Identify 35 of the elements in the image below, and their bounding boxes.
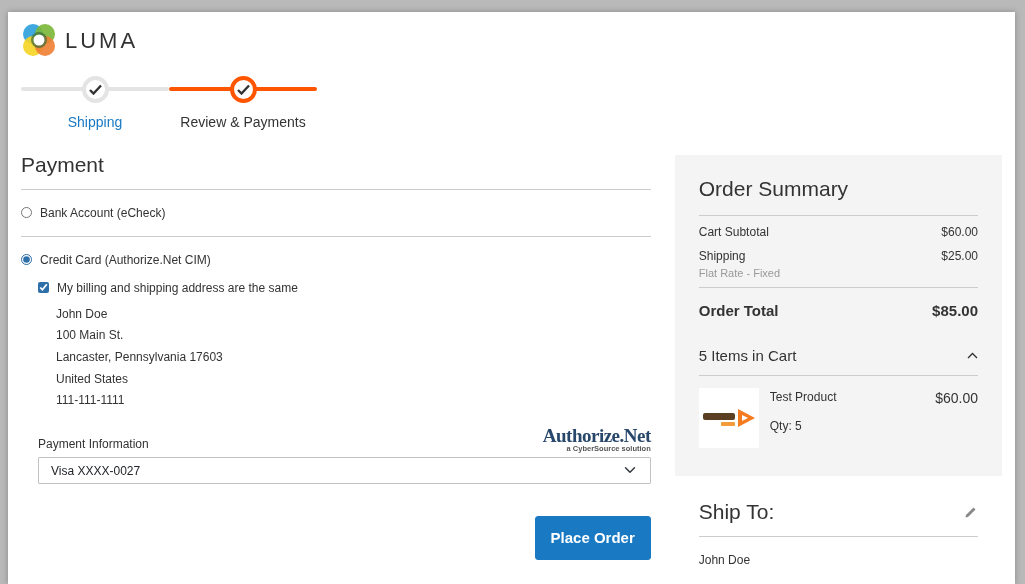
checkbox-label: My billing and shipping address are the same xyxy=(57,279,298,297)
checkbox[interactable] xyxy=(38,282,49,293)
address-line: 100 Main St. xyxy=(56,327,125,345)
address-line: John Doe xyxy=(698,551,752,569)
summary-label: Shipping xyxy=(698,247,747,265)
logo-text: LUMA xyxy=(65,26,139,55)
product-name: Test Product xyxy=(769,389,837,406)
summary-note: Flat Rate - Fixed xyxy=(698,265,781,281)
step-label: Review & Payments xyxy=(180,113,306,132)
summary-label: Cart Subtotal xyxy=(698,223,769,241)
payment-method-label: Bank Account (eCheck) xyxy=(40,204,166,222)
step-link[interactable]: Shipping xyxy=(67,112,123,133)
address-line: John Doe xyxy=(56,305,109,323)
address-line: Lancaster, Pennsylvania 17603 xyxy=(56,348,224,366)
ship-to-title: Ship To: xyxy=(698,499,775,525)
address-line: 111-111-1111 xyxy=(56,392,126,410)
logo-icon xyxy=(21,22,57,58)
payment-method-label: Credit Card (Authorize.Net CIM) xyxy=(40,251,211,269)
processor-logo-text: Authorize.Net xyxy=(542,426,651,445)
total-value: $85.00 xyxy=(932,301,978,321)
card-select[interactable]: Visa XXXX-0027 xyxy=(38,456,651,484)
place-order-button[interactable]: Place Order xyxy=(534,515,651,560)
summary-title: Order Summary xyxy=(698,173,978,216)
chevron-up-icon[interactable] xyxy=(967,352,978,360)
product-price: $60.00 xyxy=(935,389,978,408)
payment-method-radio[interactable] xyxy=(21,254,32,265)
summary-value: $25.00 xyxy=(941,247,978,265)
total-label: Order Total xyxy=(698,301,779,321)
section-title: Payment xyxy=(21,149,651,190)
payment-method-radio[interactable] xyxy=(21,207,32,218)
items-toggle[interactable]: 5 Items in Cart xyxy=(698,344,797,367)
field-label: Payment Information xyxy=(38,435,149,453)
summary-value: $60.00 xyxy=(941,223,978,241)
address-line: United States xyxy=(56,370,130,388)
product-qty: Qty: 5 xyxy=(769,418,803,435)
